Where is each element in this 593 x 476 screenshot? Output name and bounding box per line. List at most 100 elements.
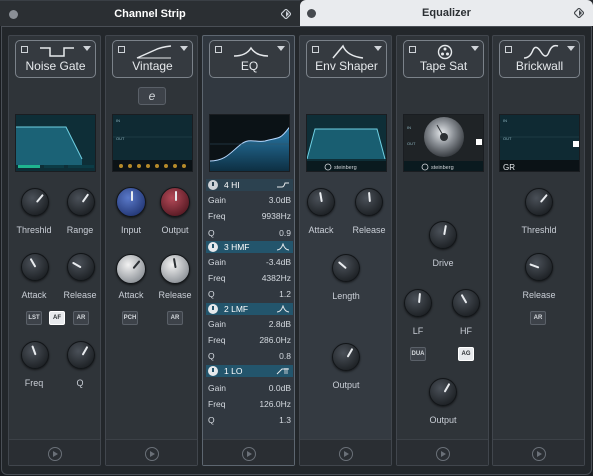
output-knob[interactable] — [160, 187, 190, 217]
peak-icon[interactable] — [276, 305, 290, 313]
bypass-icon[interactable] — [312, 46, 319, 53]
pin-icon[interactable] — [574, 8, 584, 18]
play-icon[interactable] — [145, 447, 159, 461]
threshold-knob[interactable] — [21, 188, 49, 216]
output-knob[interactable] — [332, 343, 360, 371]
knob-label: Range — [66, 225, 94, 235]
dropdown-arrow-icon[interactable] — [374, 46, 382, 51]
release-knob[interactable] — [67, 253, 95, 281]
ar-button[interactable]: AR — [167, 311, 183, 325]
module-header[interactable]: Env Shaper — [306, 40, 387, 78]
freq-value[interactable]: 286.0Hz — [259, 335, 293, 345]
eq-param-row[interactable]: Freq 286.0Hz — [206, 334, 293, 345]
length-knob[interactable] — [332, 254, 360, 282]
band-power-icon[interactable] — [208, 366, 218, 376]
freq-knob[interactable] — [21, 341, 49, 369]
eq-param-row[interactable]: Q 0.8 — [206, 350, 293, 361]
release-knob[interactable] — [160, 254, 190, 284]
dropdown-arrow-icon[interactable] — [567, 46, 575, 51]
high-shelf-icon[interactable] — [276, 181, 290, 189]
param-label: Freq — [208, 210, 226, 221]
release-knob[interactable] — [525, 253, 553, 281]
pch-button[interactable]: PCH — [122, 311, 138, 325]
module-header[interactable]: Noise Gate — [15, 40, 96, 78]
hf-knob[interactable] — [452, 289, 480, 317]
eq-band-4-header[interactable]: 4 HI — [206, 179, 293, 191]
eq-param-row[interactable]: Q 1.2 — [206, 288, 293, 299]
q-value[interactable]: 0.8 — [279, 351, 293, 361]
band-power-icon[interactable] — [208, 304, 218, 314]
eq-band-1-header[interactable]: 1 LO — [206, 365, 293, 377]
attack-knob[interactable] — [307, 188, 335, 216]
play-icon[interactable] — [436, 447, 450, 461]
eq-param-row[interactable]: Freq 126.0Hz — [206, 398, 293, 409]
attack-knob[interactable] — [116, 254, 146, 284]
eq-band-3-header[interactable]: 3 HMF — [206, 241, 293, 253]
eq-param-row[interactable]: Q 0.9 — [206, 227, 293, 238]
eq-param-row[interactable]: Q 1.3 — [206, 414, 293, 425]
band-power-icon[interactable] — [208, 242, 218, 252]
dropdown-arrow-icon[interactable] — [180, 46, 188, 51]
q-value[interactable]: 1.2 — [279, 289, 293, 299]
drive-knob[interactable] — [429, 221, 457, 249]
play-icon[interactable] — [339, 447, 353, 461]
band-power-icon[interactable] — [208, 180, 218, 190]
freq-value[interactable]: 4382Hz — [262, 273, 293, 283]
gain-value[interactable]: -3.4dB — [266, 257, 293, 267]
bypass-icon[interactable] — [409, 46, 416, 53]
dropdown-arrow-icon[interactable] — [471, 46, 479, 51]
freq-value[interactable]: 126.0Hz — [259, 399, 293, 409]
module-header[interactable]: Tape Sat — [403, 40, 484, 78]
release-knob[interactable] — [355, 188, 383, 216]
low-cut-icon[interactable] — [276, 367, 290, 375]
input-knob[interactable] — [116, 187, 146, 217]
eq-param-row[interactable]: Freq 9938Hz — [206, 210, 293, 221]
dual-button[interactable]: DUA — [410, 347, 426, 361]
bypass-icon[interactable] — [118, 46, 125, 53]
threshold-knob[interactable] — [525, 188, 553, 216]
play-icon[interactable] — [48, 447, 62, 461]
q-knob[interactable] — [67, 341, 95, 369]
freq-value[interactable]: 9938Hz — [262, 211, 293, 221]
eq-param-row[interactable]: Gain 0.0dB — [206, 382, 293, 393]
vu-meter-display: IN OUT — [112, 114, 193, 172]
dropdown-arrow-icon[interactable] — [277, 46, 285, 51]
output-knob[interactable] — [429, 378, 457, 406]
module-header[interactable]: Vintage — [112, 40, 193, 78]
module-header[interactable]: Brickwall — [499, 40, 580, 78]
eq-band-2-header[interactable]: 2 LMF — [206, 303, 293, 315]
ag-button[interactable]: AG — [458, 347, 474, 361]
tab-equalizer[interactable]: Equalizer — [300, 0, 593, 26]
bypass-icon[interactable] — [215, 46, 222, 53]
module-footer — [300, 439, 391, 465]
eq-param-row[interactable]: Freq 4382Hz — [206, 272, 293, 283]
knob-label: Output — [161, 225, 189, 235]
eq-param-row[interactable]: Gain 2.8dB — [206, 318, 293, 329]
q-value[interactable]: 1.3 — [279, 415, 293, 425]
gain-value[interactable]: 3.0dB — [269, 195, 293, 205]
gain-value[interactable]: 2.8dB — [269, 319, 293, 329]
pin-icon[interactable] — [281, 9, 291, 19]
attack-knob[interactable] — [21, 253, 49, 281]
ar-button[interactable]: AR — [530, 311, 546, 325]
eq-param-row[interactable]: Gain 3.0dB — [206, 194, 293, 205]
gain-value[interactable]: 0.0dB — [269, 383, 293, 393]
range-knob[interactable] — [67, 188, 95, 216]
af-button[interactable]: AF — [49, 311, 65, 325]
play-icon[interactable] — [532, 447, 546, 461]
tab-channel-strip[interactable]: Channel Strip — [0, 0, 300, 26]
eq-param-row[interactable]: Gain -3.4dB — [206, 256, 293, 267]
tab-status-dot[interactable] — [307, 9, 316, 18]
bypass-icon[interactable] — [21, 46, 28, 53]
ar-button[interactable]: AR — [73, 311, 89, 325]
module-header[interactable]: EQ — [209, 40, 290, 78]
lst-button[interactable]: LST — [26, 311, 42, 325]
dropdown-arrow-icon[interactable] — [83, 46, 91, 51]
tab-status-dot[interactable] — [9, 10, 18, 19]
peak-icon[interactable] — [276, 243, 290, 251]
play-icon[interactable] — [242, 447, 256, 461]
bypass-icon[interactable] — [505, 46, 512, 53]
q-value[interactable]: 0.9 — [279, 228, 293, 238]
mode-button[interactable]: e — [138, 87, 166, 105]
lf-knob[interactable] — [404, 289, 432, 317]
